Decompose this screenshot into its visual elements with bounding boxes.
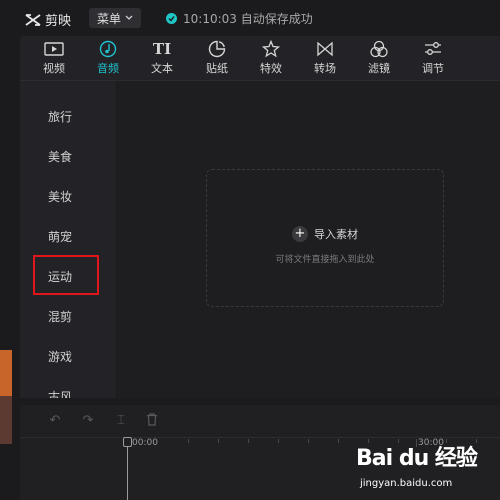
category-games[interactable]: 游戏 [48,348,72,365]
watermark-main: Bai du 经验 [356,446,478,471]
import-drop-zone[interactable]: + 导入素材 可将文件直接拖入到此处 [206,169,444,307]
app-logo: 剪映 [25,10,71,29]
time-label-start: 00:00 [132,438,158,448]
tab-audio[interactable]: 音频 [83,38,133,78]
transition-icon [317,41,333,57]
tab-filter[interactable]: 滤镜 [354,38,404,78]
ruler-tick [308,439,309,443]
playhead-handle[interactable] [123,437,132,447]
category-tabs: 视频 音频 TI 文本 贴纸 特效 转场 滤镜 调节 [20,36,500,81]
tab-adjust[interactable]: 调节 [408,38,458,78]
import-hint: 可将文件直接拖入到此处 [275,255,375,265]
app-name: 剪映 [45,14,72,29]
category-makeup[interactable]: 美妆 [48,188,72,205]
background-window-edge-2 [0,396,12,444]
watermark-sub: jingyan.baidu.com [360,478,453,489]
filter-icon [370,40,388,58]
ruler-tick [218,439,219,443]
tab-label: 调节 [422,62,444,75]
audio-category-list: 旅行 美食 美妆 萌宠 运动 混剪 游戏 古风 [20,81,117,398]
tab-label: 特效 [260,62,282,75]
tab-transition[interactable]: 转场 [300,38,350,78]
autosave-text: 10:10:03 自动保存成功 [183,12,313,26]
tab-label: 滤镜 [368,62,390,75]
text-icon: TI [152,40,172,58]
plus-icon: + [292,226,308,242]
title-bar: 剪映 菜单 10:10:03 自动保存成功 [0,0,500,36]
background-window-edge [0,350,12,396]
menu-button[interactable]: 菜单 [89,8,141,28]
baidu-jingyan-watermark: Bai du 经验 jingyan.baidu.com [356,440,496,495]
category-remix[interactable]: 混剪 [48,308,72,325]
ruler-tick [278,439,279,443]
video-icon [44,42,64,56]
autosave-status: 10:10:03 自动保存成功 [166,10,313,27]
menu-label: 菜单 [96,11,121,26]
ruler-tick [188,439,189,443]
category-travel[interactable]: 旅行 [48,108,72,125]
tab-label: 转场 [314,62,336,75]
tab-text[interactable]: TI 文本 [137,38,187,78]
sticker-icon [208,40,226,58]
undo-icon[interactable]: ↶ [47,413,63,429]
import-label: 导入素材 [314,228,358,241]
delete-icon[interactable] [144,413,160,429]
tab-label: 贴纸 [206,62,228,75]
material-area: + 导入素材 可将文件直接拖入到此处 [117,81,500,398]
timeline-toolbar: ↶ ↷ ⌶ [20,405,500,438]
category-ancient-style[interactable]: 古风 [48,388,72,398]
audio-icon [99,40,117,58]
check-circle-icon [166,13,177,24]
adjust-icon [425,42,441,55]
category-highlight-box [33,255,99,295]
ruler-tick [248,439,249,443]
tab-effects[interactable]: 特效 [246,38,296,78]
tab-label: 文本 [151,62,173,75]
redo-icon[interactable]: ↷ [80,413,96,429]
category-pets[interactable]: 萌宠 [48,228,72,245]
category-food[interactable]: 美食 [48,148,72,165]
ruler-tick [338,439,339,443]
effects-icon [262,40,280,58]
chevron-down-icon [125,15,133,20]
tab-sticker[interactable]: 贴纸 [192,38,242,78]
tab-label: 视频 [43,62,65,75]
split-icon[interactable]: ⌶ [113,413,129,429]
tab-label: 音频 [97,62,119,75]
import-button[interactable]: + 导入素材 [207,226,443,242]
jianying-logo-icon [25,13,41,26]
tab-video[interactable]: 视频 [29,38,79,78]
media-panel: 视频 音频 TI 文本 贴纸 特效 转场 滤镜 调节 旅行 美食 美妆 萌宠 运… [20,36,500,398]
